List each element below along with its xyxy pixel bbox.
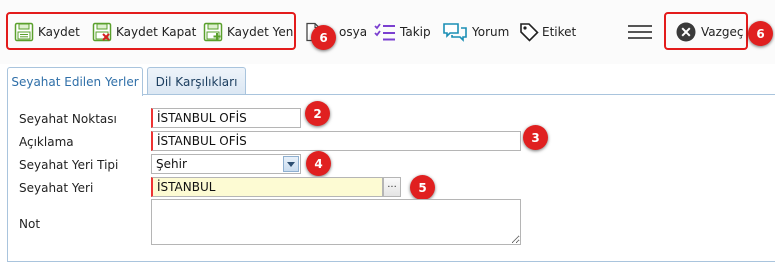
place-label: Seyahat Yeri bbox=[19, 181, 94, 195]
tab-language-equivalents-label: Dil Karşılıkları bbox=[155, 74, 238, 89]
place-input[interactable]: İSTANBUL bbox=[151, 177, 383, 197]
ellipsis-icon: ··· bbox=[387, 181, 397, 193]
save-group-highlight bbox=[6, 12, 296, 50]
tab-language-equivalents[interactable]: Dil Karşılıkları bbox=[147, 67, 246, 95]
hamburger-menu-icon bbox=[627, 22, 653, 42]
annotation-badge-6: 6 bbox=[311, 25, 336, 50]
description-label: Açıklama bbox=[19, 135, 74, 149]
tag-button[interactable]: Etiket bbox=[519, 18, 576, 46]
description-input[interactable]: İSTANBUL OFİS bbox=[151, 131, 521, 151]
annotation-badge-3: 3 bbox=[523, 125, 548, 150]
place-value: İSTANBUL bbox=[157, 180, 216, 194]
annotation-badge-2: 2 bbox=[305, 101, 330, 126]
menu-button[interactable] bbox=[627, 18, 653, 46]
follow-button[interactable]: Takip bbox=[374, 18, 431, 46]
cancel-highlight bbox=[664, 12, 748, 50]
tab-travel-places[interactable]: Seyahat Edilen Yerler bbox=[7, 67, 143, 96]
tab-travel-places-label: Seyahat Edilen Yerler bbox=[11, 75, 139, 89]
place-lookup-button[interactable]: ··· bbox=[383, 177, 401, 197]
checklist-icon bbox=[374, 22, 396, 42]
tag-label: Etiket bbox=[542, 25, 577, 39]
follow-label: Takip bbox=[400, 25, 431, 39]
description-value: İSTANBUL OFİS bbox=[157, 134, 247, 148]
annotation-badge-4: 4 bbox=[306, 151, 331, 176]
travel-point-input[interactable]: İSTANBUL OFİS bbox=[151, 108, 301, 128]
annotation-badge-6-cancel: 6 bbox=[748, 21, 773, 46]
travel-point-value: İSTANBUL OFİS bbox=[157, 111, 247, 125]
comment-label: Yorum bbox=[472, 25, 510, 39]
chevron-down-icon[interactable] bbox=[283, 156, 299, 172]
toolbar: Kaydet Kaydet Kapat Kaydet Yeni osya Tak… bbox=[0, 0, 775, 64]
place-type-value: Şehir bbox=[156, 157, 187, 171]
note-label: Not bbox=[19, 217, 41, 231]
travel-point-label: Seyahat Noktası bbox=[19, 112, 117, 126]
note-textarea[interactable] bbox=[151, 199, 521, 245]
file-label: osya bbox=[339, 25, 368, 39]
comment-button[interactable]: Yorum bbox=[442, 18, 509, 46]
place-type-label: Seyahat Yeri Tipi bbox=[19, 158, 119, 172]
place-type-select[interactable]: Şehir bbox=[151, 154, 301, 174]
comment-icon bbox=[442, 22, 468, 42]
annotation-badge-5: 5 bbox=[410, 175, 435, 200]
tag-icon bbox=[519, 22, 539, 42]
